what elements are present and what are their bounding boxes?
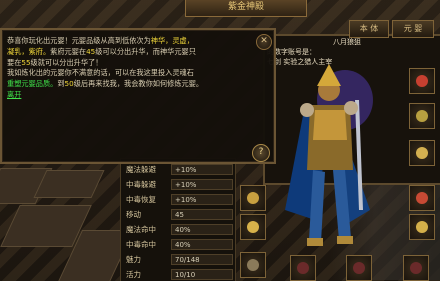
- dialog-line: 离开: [7, 90, 265, 101]
- equip-slot[interactable]: [409, 140, 435, 166]
- stat-label: 活力: [126, 270, 141, 279]
- dialog-text-segment: 恭喜你玩化出元婴！元婴品级从高到低依次为: [7, 36, 151, 45]
- equip-slot[interactable]: [409, 185, 435, 211]
- window-title-bar: 紫金神殿: [185, 0, 307, 17]
- gem-icon: [353, 262, 365, 274]
- dialog-text-segment: 紫府元婴在: [50, 46, 87, 56]
- stat-label: 中毒恢复: [126, 195, 156, 204]
- stat-value: 70/148: [171, 254, 233, 265]
- stat-row: 魔法躲避 +10%: [121, 163, 235, 176]
- ring-icon: [416, 221, 428, 233]
- highlight-text: 45: [86, 46, 96, 56]
- stat-row: 中毒命中 40%: [121, 238, 235, 251]
- stat-row: 中毒恢复 +10%: [121, 193, 235, 206]
- map-tile: [33, 170, 105, 198]
- equip-slot[interactable]: [290, 255, 316, 281]
- tab-body[interactable]: 本 体: [349, 20, 389, 38]
- equip-slot[interactable]: [346, 255, 372, 281]
- dialog-text-segment: 到: [57, 79, 65, 89]
- stat-value: +10%: [171, 164, 233, 175]
- charm-icon: [410, 262, 422, 274]
- equip-slot[interactable]: [240, 185, 266, 211]
- stat-value: 40%: [171, 239, 233, 250]
- stat-value: +10%: [171, 179, 233, 190]
- dialog-text-segment: 我如炼化出的元婴你不满意的话，可以在我这里投入灵魂石: [7, 68, 194, 78]
- account-label: 的数字账号是：: [267, 48, 316, 56]
- highlight-text[interactable]: 重塑元婴品质。: [7, 79, 57, 88]
- character-figure: [285, 64, 373, 246]
- stat-label: 中毒躲避: [126, 180, 156, 189]
- game-scene: 紫金神殿 本 体 元 婴 八月狼狙 的数字账号是： 七剑 实验之猎人主宰 魔法躲…: [0, 0, 440, 281]
- equip-slot[interactable]: [240, 252, 266, 278]
- leave-link[interactable]: 离开: [7, 90, 21, 99]
- dialog-line: 重塑元婴品质。到50级后再来找我，我会教你如何修炼元婴。: [7, 79, 265, 90]
- tab-yuanying[interactable]: 元 婴: [392, 20, 434, 38]
- stat-value: 45: [171, 209, 233, 220]
- stat-label: 移动: [126, 210, 141, 219]
- dialog-text-segment: 要在: [7, 57, 22, 67]
- window-title: 紫金神殿: [227, 2, 264, 12]
- bracelet-icon: [416, 110, 428, 122]
- equip-slot[interactable]: [409, 214, 435, 240]
- belt-icon: [247, 259, 259, 271]
- stat-label: 魔法命中: [126, 225, 156, 234]
- quest-dialog: 恭喜你玩化出元婴！元婴品级从高到低依次为神华，灵虚， 凝乳，紫府。紫府元婴在45…: [0, 28, 276, 164]
- help-button[interactable]: ?: [252, 144, 270, 162]
- stat-value: 10/10: [171, 269, 233, 280]
- close-button[interactable]: ✕: [256, 34, 272, 50]
- ring-icon: [416, 147, 428, 159]
- dialog-text-segment: 级后再来找我，我会教你如何修炼元婴。: [73, 79, 204, 89]
- bracelet-icon: [247, 192, 259, 204]
- stat-label: 中毒命中: [126, 240, 156, 249]
- stat-row: 中毒躲避 +10%: [121, 178, 235, 191]
- stat-label: 魅力: [126, 255, 141, 264]
- dialog-text-segment: 级就可以分出升华了！: [30, 57, 103, 67]
- stat-value: 40%: [171, 224, 233, 235]
- stats-table: 魔法躲避 +10% 中毒躲避 +10% 中毒恢复 +10% 移动 45 魔法命中 40% …: [120, 158, 236, 281]
- boots-icon: [297, 262, 309, 274]
- stat-row: 魅力 70/148: [121, 253, 235, 266]
- equip-slot[interactable]: [403, 255, 429, 281]
- equip-slot[interactable]: [409, 103, 435, 129]
- character-name: 八月狼狙: [333, 38, 361, 46]
- stat-row: 活力 10/10: [121, 268, 235, 281]
- stat-row: 移动 45: [121, 208, 235, 221]
- dialog-line: 要在55级就可以分出升华了！: [7, 58, 265, 69]
- stat-value: +10%: [171, 194, 233, 205]
- stat-label: 魔法躲避: [126, 165, 156, 174]
- dialog-text-segment: 级可以分出升华，而神华元婴只: [95, 46, 196, 56]
- dialog-line: 凝乳，紫府。紫府元婴在45级可以分出升华，而神华元婴只: [7, 47, 265, 58]
- dialog-text: 恭喜你玩化出元婴！元婴品级从高到低依次为神华，灵虚， 凝乳，紫府。紫府元婴在45…: [7, 36, 265, 101]
- highlight-text: 凝乳，紫府。: [7, 46, 51, 56]
- highlight-text: 55: [21, 57, 31, 67]
- highlight-text: 神华，灵虚，: [150, 36, 194, 45]
- ring-icon: [247, 221, 259, 233]
- necklace-icon: [416, 75, 428, 87]
- dialog-line: 我如炼化出的元婴你不满意的话，可以在我这里投入灵魂石: [7, 68, 265, 79]
- bracelet-icon: [416, 192, 428, 204]
- equip-slot[interactable]: [409, 68, 435, 94]
- equip-slot[interactable]: [240, 214, 266, 240]
- highlight-text: 50: [64, 79, 74, 89]
- dialog-line: 恭喜你玩化出元婴！元婴品级从高到低依次为神华，灵虚，: [7, 36, 265, 47]
- stat-row: 魔法命中 40%: [121, 223, 235, 236]
